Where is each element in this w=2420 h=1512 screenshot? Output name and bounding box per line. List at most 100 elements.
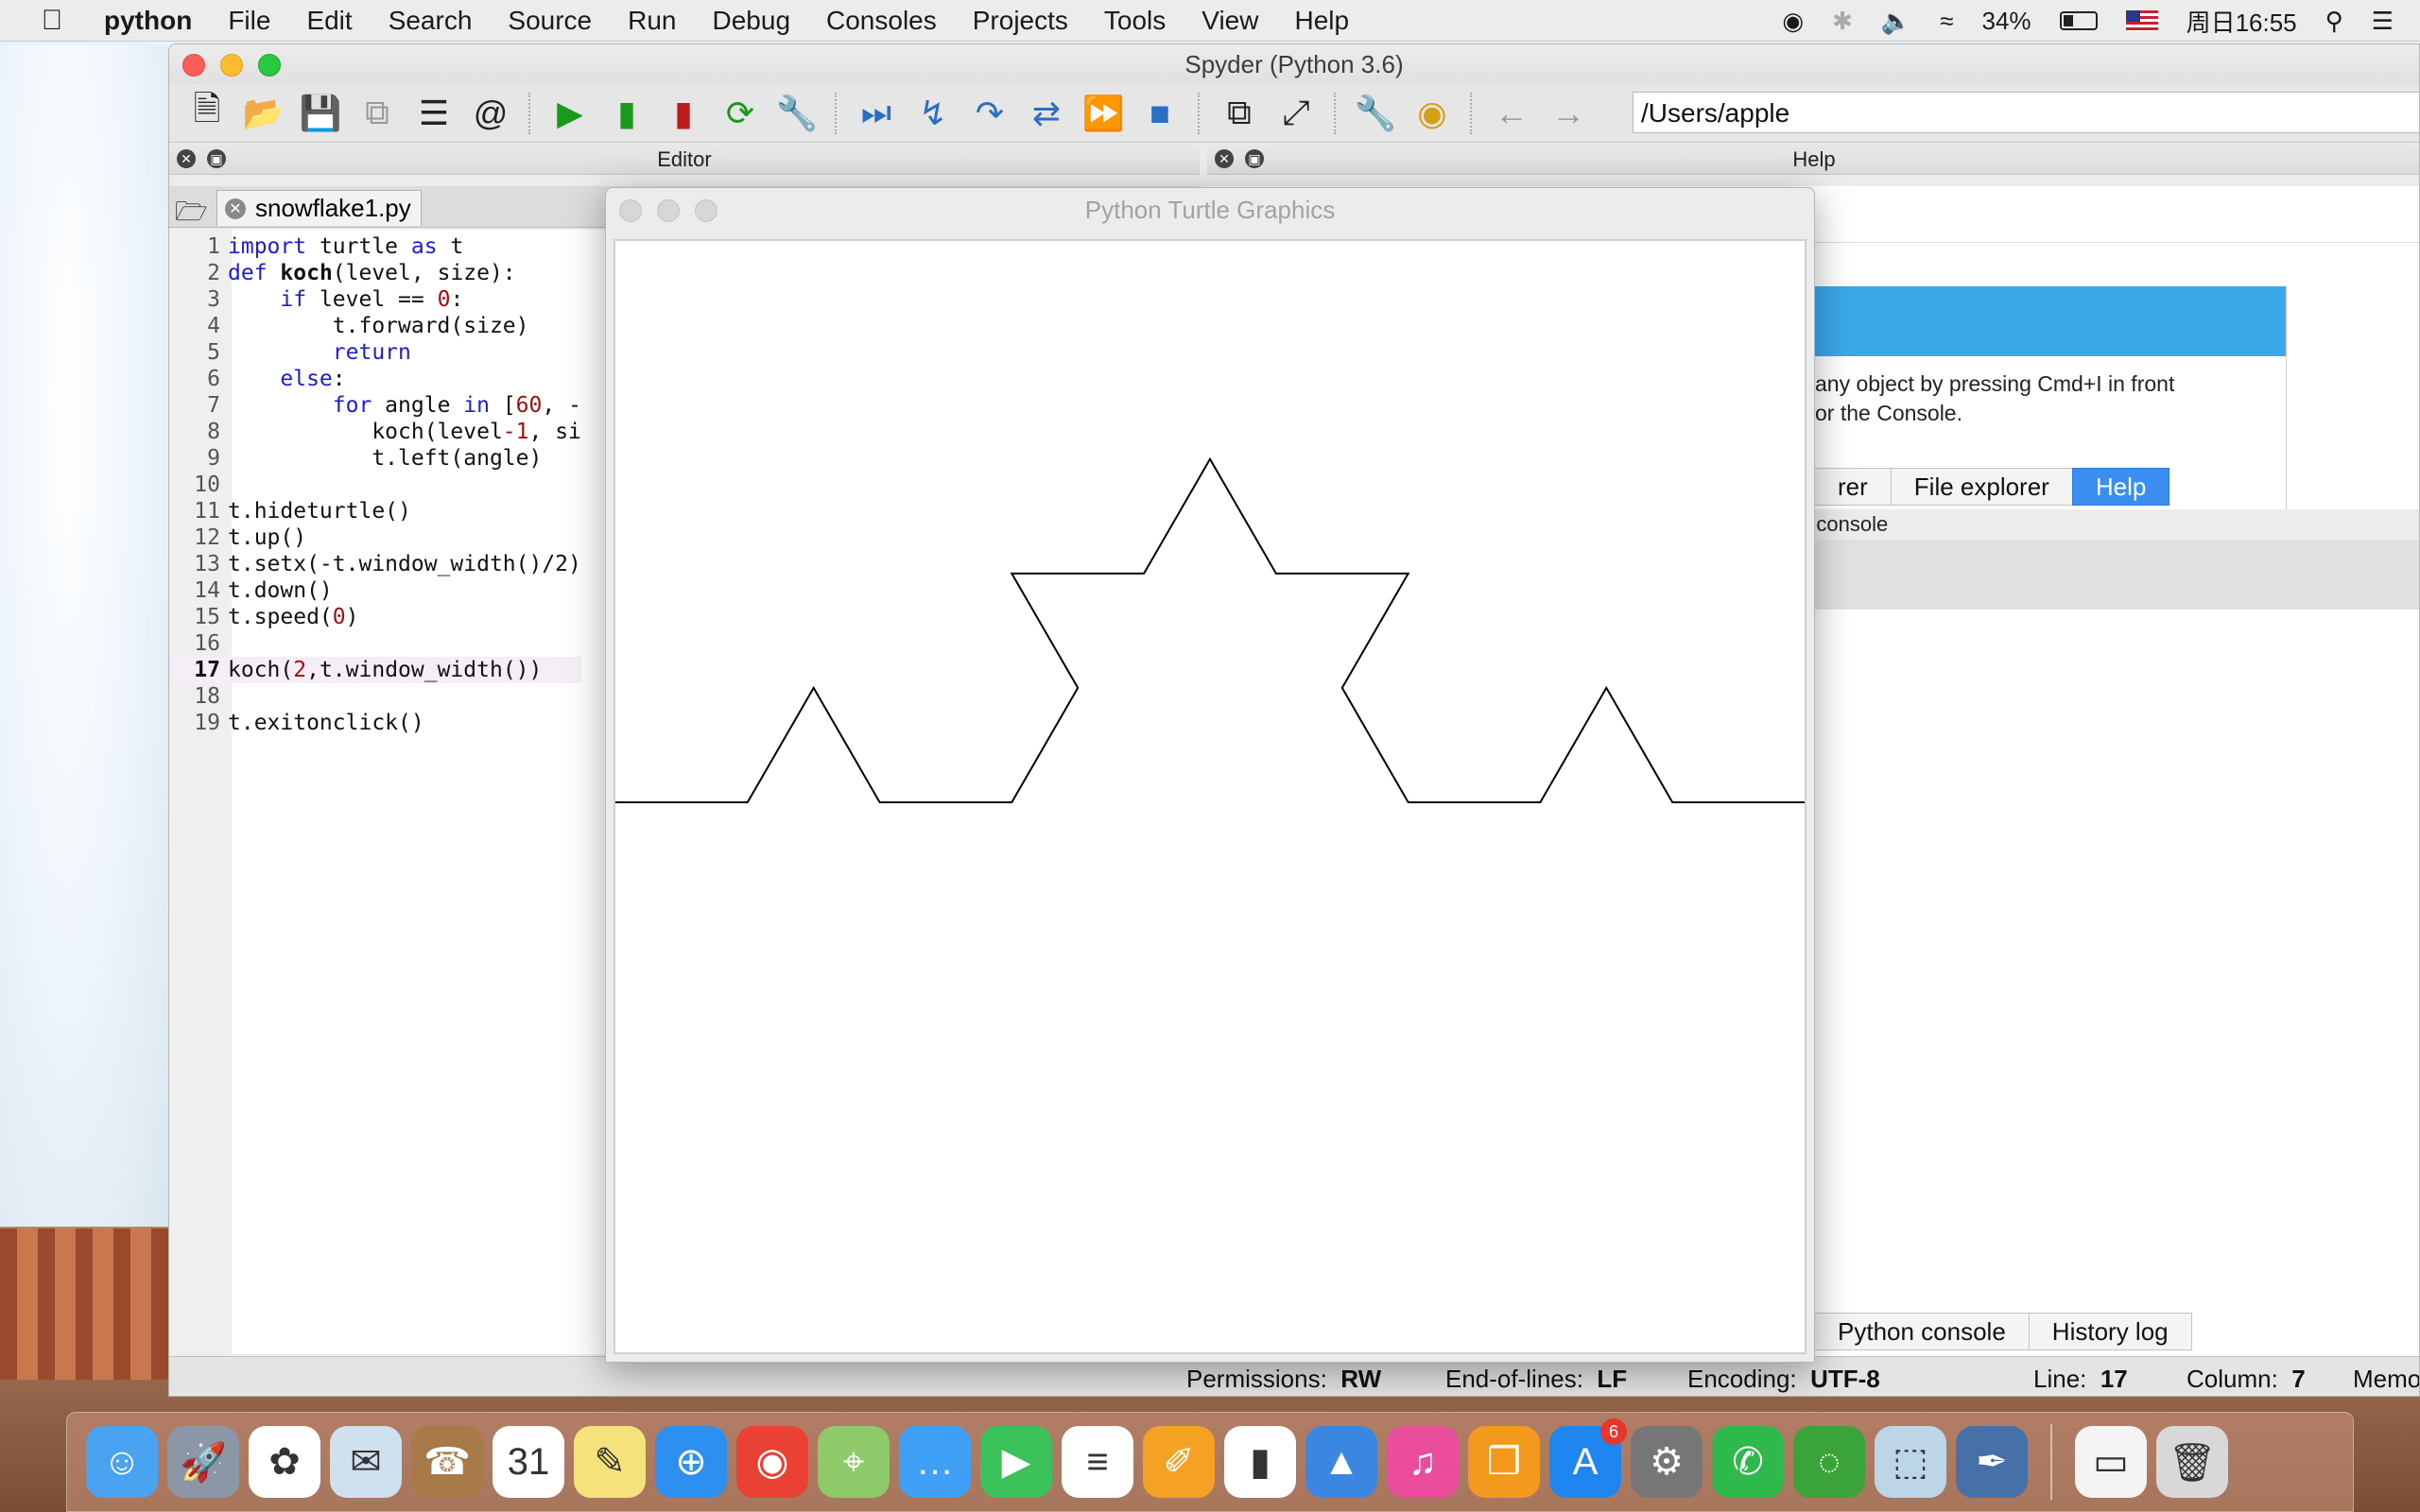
menu-help[interactable]: Help — [1294, 6, 1349, 36]
code-line[interactable]: 10 — [169, 472, 581, 498]
launchpad-icon[interactable]: 🚀 — [167, 1426, 239, 1498]
menu-source[interactable]: Source — [508, 6, 592, 36]
itunes-icon[interactable]: ♫ — [1387, 1426, 1459, 1498]
code-line[interactable]: 7 for angle in [60, - — [169, 392, 581, 419]
fullscreen-icon[interactable]: ⤢ — [1273, 91, 1319, 136]
messages-icon[interactable]: … — [899, 1426, 971, 1498]
code-line[interactable]: 3 if level == 0: — [169, 286, 581, 313]
code-line[interactable]: 4 t.forward(size) — [169, 313, 581, 339]
close-tab-icon[interactable]: ✕ — [225, 198, 246, 219]
finder-icon[interactable]: ☺ — [86, 1426, 158, 1498]
run-config-icon[interactable]: 🔧 — [774, 91, 820, 136]
facetime-icon[interactable]: ▶ — [980, 1426, 1052, 1498]
360-icon[interactable]: ◌ — [1793, 1426, 1865, 1498]
code-line[interactable]: 5 return — [169, 339, 581, 366]
mail-icon[interactable]: ✉ — [330, 1426, 402, 1498]
at-icon[interactable]: @ — [468, 91, 513, 136]
step-icon[interactable]: ↯ — [910, 91, 956, 136]
maximize-pane-icon[interactable]: ⧉ — [1217, 91, 1262, 136]
run-cell-icon[interactable]: ▮ — [604, 91, 649, 136]
battery-icon[interactable] — [2059, 11, 2098, 30]
working-directory-field[interactable]: /Users/apple — [1633, 92, 2419, 133]
preview-icon[interactable]: ⬚ — [1875, 1426, 1946, 1498]
code-line[interactable]: 6 else: — [169, 366, 581, 392]
clock[interactable]: 周日16:55 — [2187, 4, 2297, 39]
code-line[interactable]: 9 t.left(angle) — [169, 445, 581, 472]
maps-icon[interactable]: ⌖ — [818, 1426, 890, 1498]
system-preferences-icon[interactable]: ⚙ — [1631, 1426, 1703, 1498]
notification-center-icon[interactable]: ☰ — [2372, 7, 2394, 36]
undock-help-pane-icon[interactable]: ▣ — [1245, 149, 1264, 168]
new-file-icon[interactable]: 🗎 — [184, 89, 230, 136]
volume-icon[interactable]: 🔈 — [1881, 7, 1911, 36]
undock-pane-icon[interactable]: ▣ — [207, 149, 226, 168]
stop-debug-icon[interactable]: ■ — [1137, 91, 1183, 136]
close-help-pane-icon[interactable]: ✕ — [1215, 149, 1234, 168]
python-path-icon[interactable]: ◉ — [1409, 91, 1455, 136]
run-cell-advance-icon[interactable]: ▮ — [661, 91, 706, 136]
menu-run[interactable]: Run — [628, 6, 676, 36]
code-line[interactable]: 1 import turtle as t — [169, 233, 581, 260]
menu-search[interactable]: Search — [389, 6, 473, 36]
code-line[interactable]: 17 koch(2,t.window_width()) — [169, 657, 581, 683]
code-line[interactable]: 13 t.setx(-t.window_width()/2) — [169, 551, 581, 577]
appstore-icon[interactable]: A6 — [1549, 1418, 1627, 1498]
save-all-icon[interactable]: ⧉ — [354, 91, 400, 136]
wifi-icon[interactable]: ≈ — [1940, 7, 1953, 36]
save-file-icon[interactable]: 💾 — [298, 91, 343, 136]
feather-icon[interactable]: ✒ — [1956, 1426, 2028, 1498]
tab-variable-explorer[interactable]: rer — [1814, 468, 1892, 506]
turtle-minimize-button[interactable] — [657, 199, 680, 222]
tab-help[interactable]: Help — [2071, 468, 2170, 506]
wechat-icon[interactable]: ✆ — [1712, 1426, 1784, 1498]
code-line[interactable]: 15 t.speed(0) — [169, 604, 581, 630]
debug-icon[interactable]: ⏭ — [854, 91, 899, 136]
minimize-window-button[interactable] — [220, 54, 243, 77]
minimized-window-icon[interactable]: ▭ — [2075, 1426, 2147, 1498]
menu-view[interactable]: View — [1201, 6, 1258, 36]
menu-debug[interactable]: Debug — [713, 6, 791, 36]
turtle-zoom-button[interactable] — [695, 199, 717, 222]
tab-history-log[interactable]: History log — [2028, 1313, 2192, 1350]
app-menu[interactable]: python — [104, 6, 192, 36]
photos-icon[interactable]: ✿ — [249, 1426, 320, 1498]
numbers-icon[interactable]: ▮ — [1224, 1426, 1296, 1498]
spotlight-search-icon[interactable]: ⚲ — [2325, 7, 2343, 36]
wechat-status-icon[interactable]: ◉ — [1782, 7, 1804, 36]
continue-icon[interactable]: ⏩ — [1080, 91, 1126, 136]
safari-icon[interactable]: ⊕ — [655, 1426, 727, 1498]
tab-snowflake1[interactable]: ✕ snowflake1.py — [216, 190, 422, 226]
ibooks-icon[interactable]: ❒ — [1468, 1426, 1540, 1498]
bluetooth-icon[interactable]: ✱ — [1832, 7, 1853, 36]
tab-file-explorer[interactable]: File explorer — [1890, 468, 2073, 506]
run-icon[interactable]: ▶ — [547, 91, 593, 136]
contacts-icon[interactable]: ☎ — [411, 1426, 483, 1498]
list-icon[interactable]: ☰ — [411, 91, 457, 136]
code-line[interactable]: 18 — [169, 683, 581, 710]
zoom-window-button[interactable] — [258, 54, 281, 77]
calendar-icon[interactable]: 31 — [493, 1426, 564, 1498]
menu-projects[interactable]: Projects — [973, 6, 1068, 36]
chrome-icon[interactable]: ◉ — [736, 1426, 808, 1498]
keynote-icon[interactable]: ▲ — [1305, 1426, 1377, 1498]
menu-file[interactable]: File — [228, 6, 270, 36]
turtle-canvas[interactable] — [614, 239, 1806, 1354]
open-file-icon[interactable]: 📂 — [241, 91, 286, 136]
close-pane-icon[interactable]: ✕ — [177, 149, 196, 168]
menu-consoles[interactable]: Consoles — [826, 6, 937, 36]
code-line[interactable]: 12 t.up() — [169, 524, 581, 551]
preferences-icon[interactable]: 🔧 — [1353, 91, 1398, 136]
rerun-icon[interactable]: ⟳ — [717, 91, 763, 136]
menu-edit[interactable]: Edit — [306, 6, 352, 36]
close-window-button[interactable] — [182, 54, 205, 77]
input-source-flag-icon[interactable] — [2125, 10, 2158, 31]
step-into-icon[interactable]: ↷ — [967, 91, 1012, 136]
step-return-icon[interactable]: ⇄ — [1024, 91, 1069, 136]
reminders-icon[interactable]: ≡ — [1062, 1426, 1133, 1498]
pages-icon[interactable]: ✐ — [1143, 1426, 1215, 1498]
turtle-close-button[interactable] — [619, 199, 642, 222]
back-arrow-icon[interactable]: ← — [1489, 91, 1534, 136]
code-line[interactable]: 19 t.exitonclick() — [169, 710, 581, 736]
notes-icon[interactable]: ✎ — [574, 1426, 646, 1498]
menu-tools[interactable]: Tools — [1104, 6, 1166, 36]
